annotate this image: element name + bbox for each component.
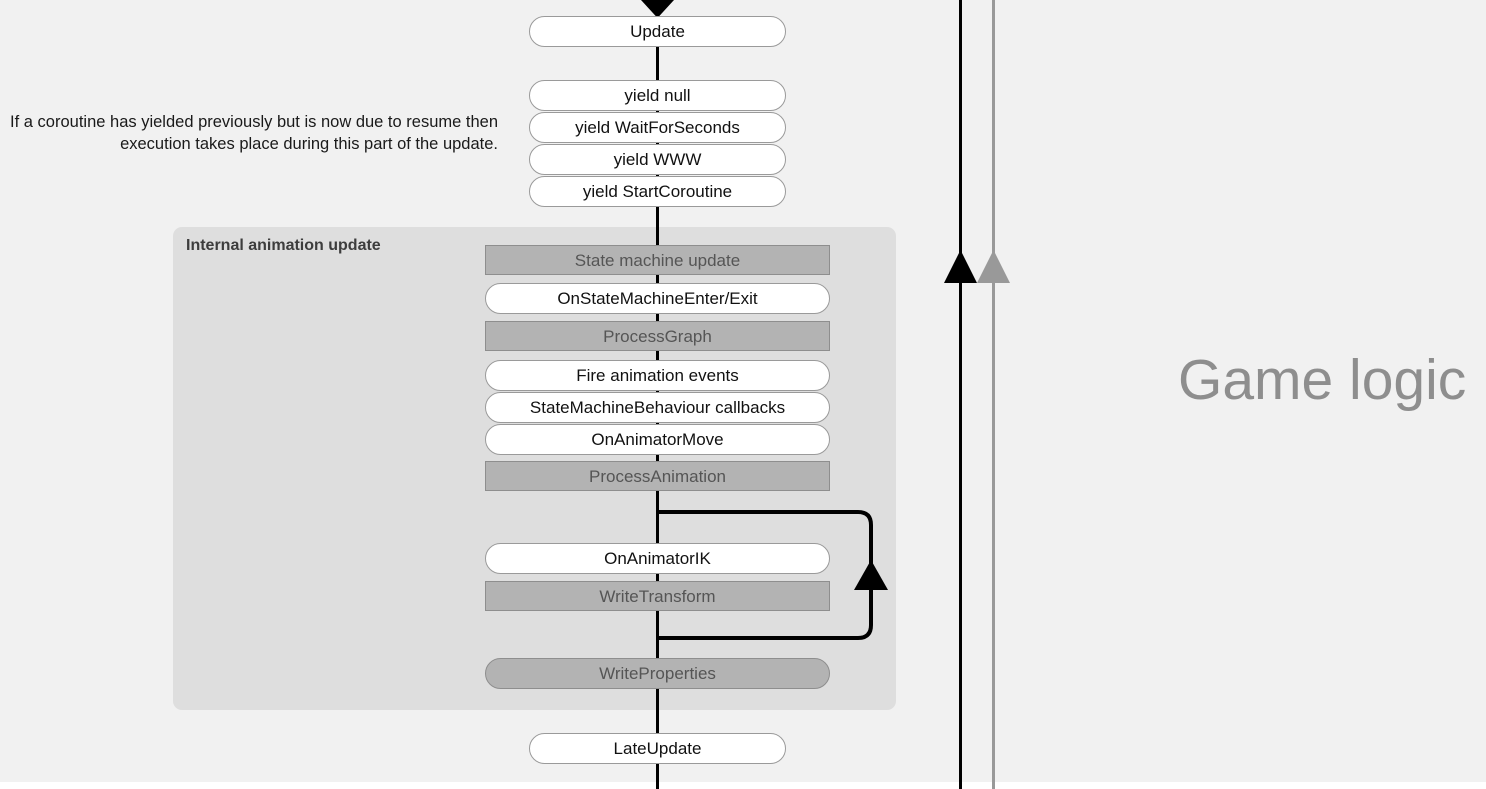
node-onanimatormove[interactable]: OnAnimatorMove [485, 424, 830, 455]
node-onanimatorik[interactable]: OnAnimatorIK [485, 543, 830, 574]
node-yield-waitforseconds[interactable]: yield WaitForSeconds [529, 112, 786, 143]
diagram-canvas: Internal animation update If a coroutine… [0, 0, 1486, 789]
node-yield-www[interactable]: yield WWW [529, 144, 786, 175]
node-lateupdate[interactable]: LateUpdate [529, 733, 786, 764]
node-statemachinebehaviour-callbacks[interactable]: StateMachineBehaviour callbacks [485, 392, 830, 423]
node-processgraph[interactable]: ProcessGraph [485, 321, 830, 351]
node-processanimation[interactable]: ProcessAnimation [485, 461, 830, 491]
node-yield-null[interactable]: yield null [529, 80, 786, 111]
node-fire-animation-events[interactable]: Fire animation events [485, 360, 830, 391]
node-onstatemachineenter-exit[interactable]: OnStateMachineEnter/Exit [485, 283, 830, 314]
loop-arrowhead-icon [854, 560, 888, 590]
timeline-secondary-arrow-up-icon [977, 250, 1010, 283]
node-writeproperties[interactable]: WriteProperties [485, 658, 830, 689]
arrow-up-loop-icon [658, 510, 873, 640]
coroutine-note: If a coroutine has yielded previously bu… [10, 113, 498, 154]
timeline-primary-arrow-up-icon [944, 250, 977, 283]
node-yield-startcoroutine[interactable]: yield StartCoroutine [529, 176, 786, 207]
node-writetransform[interactable]: WriteTransform [485, 581, 830, 611]
node-state-machine-update[interactable]: State machine update [485, 245, 830, 275]
game-logic-label: Game logic [1178, 348, 1467, 412]
node-update[interactable]: Update [529, 16, 786, 47]
